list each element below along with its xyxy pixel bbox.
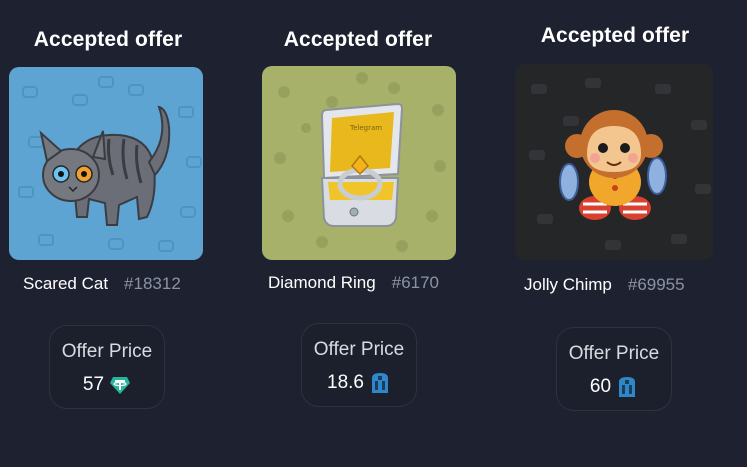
price-value: 18.6 bbox=[327, 372, 364, 393]
price-label: Offer Price bbox=[61, 341, 153, 362]
gift-image[interactable] bbox=[9, 67, 203, 260]
price-label: Offer Price bbox=[568, 343, 660, 364]
price-value: 57 bbox=[82, 374, 105, 395]
card-title: Accepted offer bbox=[540, 24, 690, 47]
card-title: Accepted offer bbox=[283, 28, 433, 51]
price-row: 60 bbox=[557, 376, 671, 398]
offer-price-box: Offer Price 57 bbox=[49, 325, 165, 409]
gift-image[interactable]: Telegram bbox=[262, 66, 456, 260]
gift-number: #18312 bbox=[124, 274, 181, 293]
diamond-ring-icon: Telegram bbox=[262, 66, 456, 260]
offer-price-box: Offer Price 18.6 bbox=[301, 323, 417, 407]
price-row: 57 bbox=[50, 374, 164, 396]
ton-coin-icon bbox=[369, 372, 391, 394]
gift-name-row: Scared Cat #18312 bbox=[23, 274, 223, 294]
box-brand-text: Telegram bbox=[349, 124, 382, 132]
offer-card[interactable]: Accepted offer bbox=[8, 0, 208, 467]
gift-name: Scared Cat bbox=[23, 274, 109, 293]
gift-name: Diamond Ring bbox=[268, 273, 376, 292]
offer-card[interactable]: Accepted offer bbox=[515, 0, 715, 467]
card-title: Accepted offer bbox=[33, 28, 183, 51]
gift-number: #6170 bbox=[391, 273, 440, 292]
price-row: 18.6 bbox=[302, 372, 416, 394]
scared-cat-icon bbox=[9, 67, 203, 260]
price-value: 60 bbox=[589, 376, 612, 397]
gift-name: Jolly Chimp bbox=[524, 275, 612, 294]
usdt-tether-icon bbox=[109, 374, 131, 396]
gift-image[interactable] bbox=[515, 64, 713, 260]
offer-price-box: Offer Price 60 bbox=[556, 327, 672, 411]
gift-name-row: Diamond Ring #6170 bbox=[268, 273, 468, 293]
gift-number: #69955 bbox=[627, 275, 685, 294]
ton-coin-icon bbox=[616, 376, 638, 398]
price-label: Offer Price bbox=[313, 339, 405, 360]
jolly-chimp-icon bbox=[515, 64, 713, 260]
offer-card[interactable]: Accepted offer Telegram Diamond Ring #61… bbox=[258, 0, 458, 467]
gift-name-row: Jolly Chimp #69955 bbox=[524, 275, 724, 295]
